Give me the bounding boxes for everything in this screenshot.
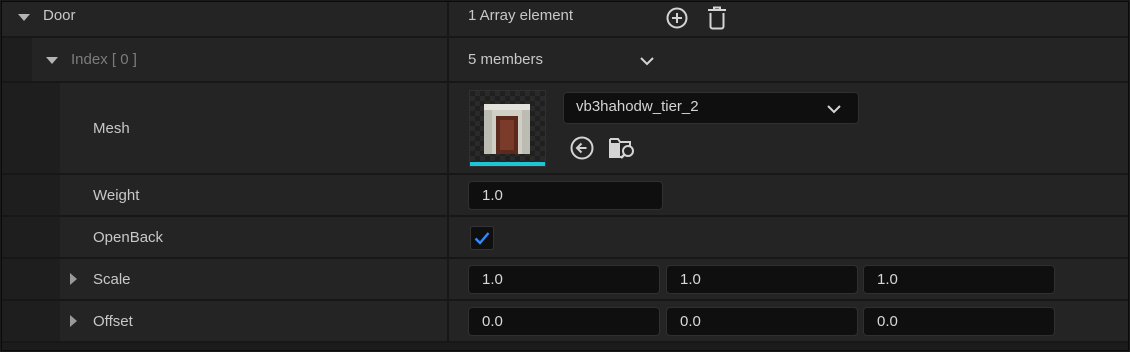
column-divider [447, 175, 449, 215]
members-count: 5 members [468, 51, 544, 68]
checkmark-icon [474, 232, 490, 245]
index-row: Index [ 0 ] 5 members [2, 38, 1128, 83]
indent-gutter [2, 175, 60, 215]
column-divider [447, 2, 449, 36]
details-panel: Door 1 Array element Index [ 0 ] 5 membe… [1, 1, 1129, 351]
chevron-down-icon[interactable] [639, 55, 655, 67]
weight-input[interactable]: 1.0 [468, 181, 663, 210]
weight-row: Weight 1.0 [2, 175, 1128, 217]
scale-label: Scale [93, 271, 131, 288]
scale-row: Scale 1.0 1.0 1.0 [2, 259, 1128, 301]
scale-y-input[interactable]: 1.0 [666, 265, 858, 294]
column-divider [447, 301, 449, 341]
thumbnail-accent-bar [470, 162, 545, 166]
mesh-thumbnail[interactable] [469, 90, 546, 167]
door-label: Door [43, 7, 76, 24]
offset-z-input[interactable]: 0.0 [863, 307, 1055, 336]
column-divider [447, 217, 449, 257]
folder-search-icon[interactable] [608, 135, 638, 161]
indent-gutter [2, 38, 32, 81]
mesh-asset-name: vb3hahodw_tier_2 [576, 98, 699, 115]
arrow-left-circle-icon[interactable] [569, 135, 595, 161]
door-row: Door 1 Array element [2, 2, 1128, 38]
scale-x-input[interactable]: 1.0 [468, 265, 660, 294]
indent-gutter [2, 83, 60, 173]
add-circle-icon[interactable] [665, 6, 689, 30]
expand-arrow-icon[interactable] [18, 14, 30, 21]
openback-checkbox[interactable] [470, 226, 494, 250]
offset-x-input[interactable]: 0.0 [468, 307, 660, 336]
column-divider [447, 38, 449, 81]
weight-label: Weight [93, 187, 140, 204]
scale-z-input[interactable]: 1.0 [863, 265, 1055, 294]
column-divider [447, 83, 449, 173]
expand-arrow-icon[interactable] [70, 315, 77, 327]
expand-arrow-icon[interactable] [70, 273, 77, 285]
indent-gutter [2, 259, 60, 299]
index-label: Index [ 0 ] [71, 51, 137, 68]
column-divider [447, 259, 449, 299]
mesh-asset-combo[interactable]: vb3hahodw_tier_2 [563, 92, 859, 124]
trash-icon[interactable] [705, 5, 729, 31]
offset-row: Offset 0.0 0.0 0.0 [2, 301, 1128, 343]
array-count: 1 Array element [468, 7, 574, 24]
indent-gutter [2, 217, 60, 257]
offset-y-input[interactable]: 0.0 [666, 307, 858, 336]
chevron-down-icon [827, 105, 841, 114]
offset-label: Offset [93, 313, 133, 330]
mesh-label: Mesh [93, 120, 130, 137]
openback-label: OpenBack [93, 229, 164, 246]
indent-gutter [2, 301, 60, 341]
expand-arrow-icon[interactable] [46, 57, 58, 64]
openback-row: OpenBack [2, 217, 1128, 259]
door-mesh-image [470, 91, 545, 166]
